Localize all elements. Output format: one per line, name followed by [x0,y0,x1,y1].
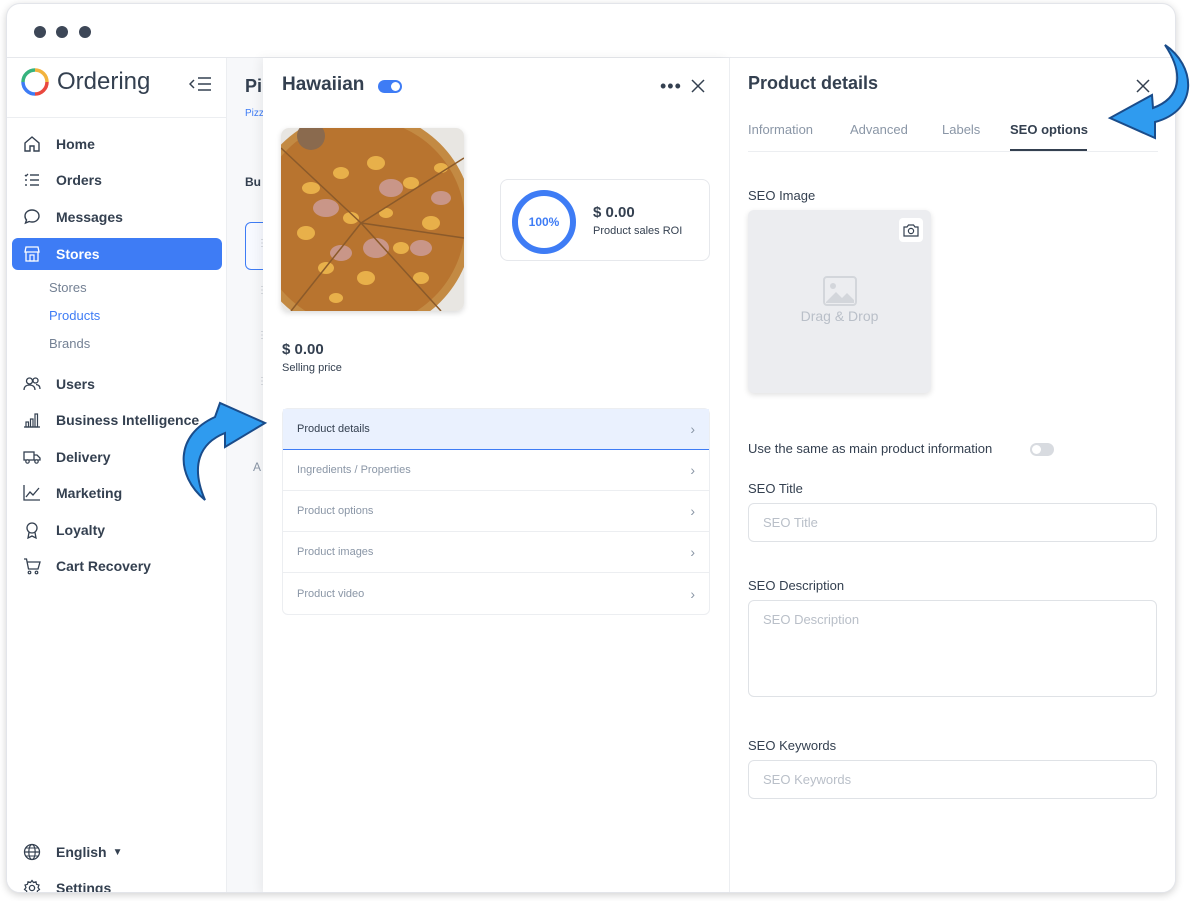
product-image [281,128,464,311]
globe-icon [22,842,42,862]
chat-icon [22,207,42,227]
seo-image-label: SEO Image [748,188,816,203]
seo-image-dropzone[interactable]: Drag & Drop [748,210,931,393]
roi-label: Product sales ROI [593,225,683,237]
menu-item-label: Product details [297,423,370,435]
sidebar-item-label: Messages [56,209,123,225]
sidebar-item-messages[interactable]: Messages [12,201,222,233]
breadcrumb-partial: Pizz [245,108,264,119]
roi-ring: 100% [512,190,576,254]
list-icon [22,170,42,190]
tab-labels[interactable]: Labels [942,122,980,137]
page-heading-partial: Pi [245,76,263,96]
cart-icon [22,556,42,576]
same-as-main-label: Use the same as main product information [748,441,993,456]
sidebar-item-cart-recovery[interactable]: Cart Recovery [12,550,222,582]
active-tab-indicator [1010,149,1087,151]
language-label: English [56,844,107,860]
chevron-right-icon: › [690,503,695,519]
window-titlebar [7,4,1175,58]
sidebar-item-label: Users [56,376,95,392]
chevron-right-icon: › [690,462,695,478]
sidebar-item-loyalty[interactable]: Loyalty [12,514,222,546]
sidebar-item-label: Delivery [56,449,111,465]
annotation-arrow-icon [182,401,268,501]
seo-keywords-label: SEO Keywords [748,738,837,753]
image-placeholder-icon [823,276,857,306]
panel-title: Product details [748,73,879,93]
roi-value: $ 0.00 [593,204,635,221]
sidebar-divider [7,117,227,118]
language-selector[interactable]: English ▼ [12,836,222,868]
menu-item-product-images[interactable]: Product images › [283,532,709,573]
logo: Ordering [21,68,150,96]
window-dot [56,26,68,38]
menu-item-product-video[interactable]: Product video › [283,573,709,614]
sidebar-item-settings[interactable]: Settings [12,872,222,893]
sidebar-item-label: Settings [56,880,112,893]
sidebar-item-label: Cart Recovery [56,558,151,574]
chevron-right-icon: › [690,585,695,602]
menu-item-label: Ingredients / Properties [297,464,411,476]
sidebar-item-label: Home [56,136,95,152]
roi-card: 100% $ 0.00 Product sales ROI [500,179,710,261]
same-as-main-toggle[interactable] [1030,443,1054,456]
drag-drop-text: Drag & Drop [800,308,879,324]
chevron-right-icon: › [690,544,695,560]
award-icon [22,520,42,540]
sidebar-subitem-stores[interactable]: Stores [49,280,87,295]
tab-information[interactable]: Information [748,122,813,137]
details-tabs: Information Advanced Labels SEO options [748,122,1158,152]
line-chart-icon [22,483,42,503]
product-enabled-toggle[interactable] [378,80,402,93]
sidebar-subitem-products[interactable]: Products [49,308,100,323]
users-icon [22,374,42,394]
window-dot [79,26,91,38]
menu-item-product-details[interactable]: Product details › [283,409,709,450]
tab-seo-options[interactable]: SEO options [1010,122,1088,137]
menu-item-product-options[interactable]: Product options › [283,491,709,532]
product-panel: Hawaiian ••• 100% $ 0.00 Product sales R… [263,58,729,892]
selling-price-label: Selling price [282,362,342,374]
sidebar-item-label: Orders [56,172,102,188]
truck-icon [22,447,42,467]
seo-keywords-input[interactable]: SEO Keywords [748,760,1157,799]
close-icon[interactable] [690,78,706,94]
menu-item-label: Product images [297,546,374,558]
seo-description-textarea[interactable]: SEO Description [748,600,1157,697]
seo-title-label: SEO Title [748,481,803,496]
chevron-right-icon: › [690,421,695,437]
ordering-logo-icon [21,68,49,96]
menu-item-ingredients[interactable]: Ingredients / Properties › [283,450,709,491]
camera-icon[interactable] [899,218,923,242]
collapse-sidebar-icon[interactable] [189,75,213,93]
selling-price-value: $ 0.00 [282,341,324,358]
product-menu: Product details › Ingredients / Properti… [282,408,710,615]
section-label-partial: Bu [245,175,261,189]
sidebar-item-orders[interactable]: Orders [12,164,222,196]
sidebar-item-stores[interactable]: Stores [12,238,222,270]
more-options-icon[interactable]: ••• [660,77,682,95]
caret-down-icon: ▼ [112,846,123,858]
menu-item-label: Product options [297,505,374,517]
bar-chart-icon [22,410,42,430]
gear-icon [22,878,42,892]
product-details-panel: Product details Information Advanced Lab… [729,58,1175,892]
sidebar-item-label: Marketing [56,485,123,501]
sidebar-item-label: Loyalty [56,522,106,538]
sidebar-item-label: Stores [56,246,100,262]
app-name: Ordering [57,68,151,95]
seo-title-input[interactable]: SEO Title [748,503,1157,542]
home-icon [22,134,42,154]
window-dot [34,26,46,38]
seo-description-label: SEO Description [748,578,845,593]
tab-advanced[interactable]: Advanced [850,122,908,137]
store-icon [22,244,42,264]
product-name: Hawaiian [282,74,365,95]
sidebar-subitem-brands[interactable]: Brands [49,336,90,351]
sidebar-item-home[interactable]: Home [12,128,222,160]
menu-item-label: Product video [297,587,365,600]
annotation-arrow-icon [1107,44,1190,140]
